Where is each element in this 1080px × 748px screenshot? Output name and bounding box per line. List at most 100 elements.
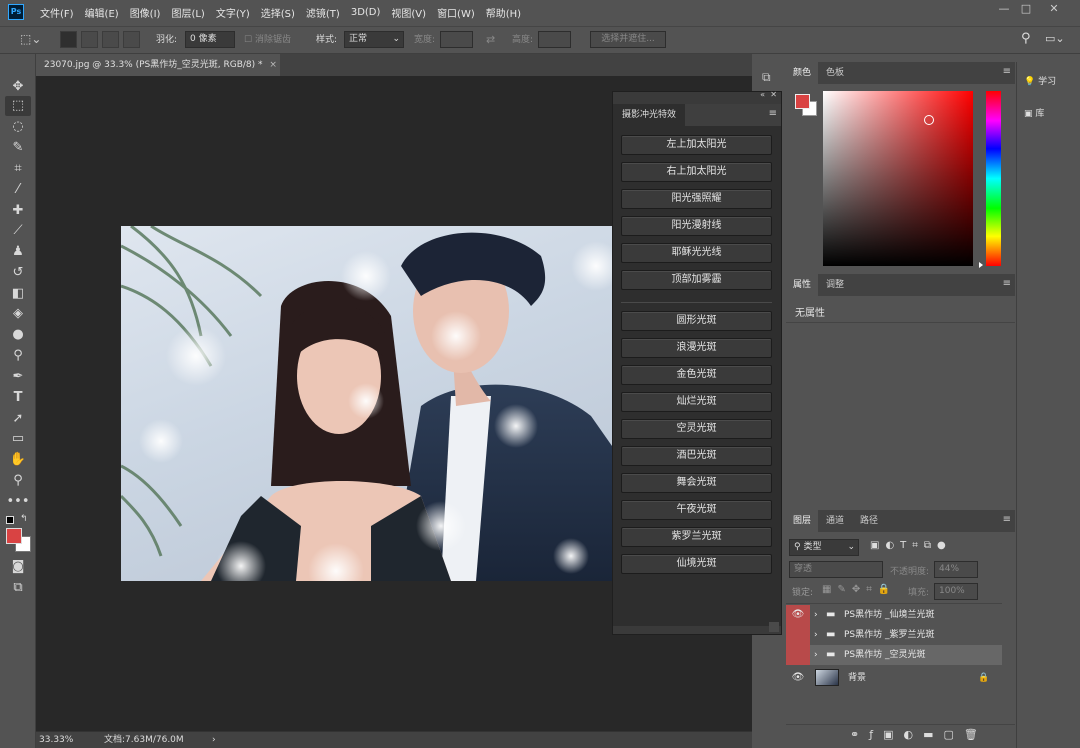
marquee-tool-icon[interactable]: ⬚	[5, 96, 31, 116]
layer-filter-icons[interactable]: ▣◐T⌗⧉●	[870, 540, 952, 551]
status-arrow-icon[interactable]: ›	[212, 732, 216, 748]
lasso-tool-icon[interactable]: ◌	[5, 117, 31, 137]
effect-button[interactable]: 阳光漫射线	[621, 216, 772, 236]
menu-item[interactable]: 滤镜(T)	[306, 5, 340, 20]
bokeh-button[interactable]: 仙境光斑	[621, 554, 772, 574]
tab-adjustments[interactable]: 调整	[818, 274, 852, 296]
menu-item[interactable]: 视图(V)	[391, 5, 426, 20]
menu-item[interactable]: 帮助(H)	[486, 5, 521, 20]
antialias-checkbox[interactable]: ☐ 消除锯齿	[244, 32, 291, 48]
layer-row-selected[interactable]: › ▬ PS黑作坊 _空灵光斑	[786, 645, 1002, 665]
expand-chevron-icon[interactable]: ›	[814, 605, 818, 625]
swap-colors-icon[interactable]: ↰	[20, 514, 28, 524]
panel-foreground-swatch[interactable]	[795, 94, 810, 109]
document-tab[interactable]: 23070.jpg @ 33.3% (PS黑作坊_空灵光斑, RGB/8) * …	[36, 54, 280, 76]
color-picker-marker[interactable]	[924, 115, 934, 125]
bokeh-button[interactable]: 圆形光斑	[621, 311, 772, 331]
effect-button[interactable]: 左上加太阳光	[621, 135, 772, 155]
eyedropper-tool-icon[interactable]: ⁄	[5, 180, 31, 200]
menu-item[interactable]: 图层(L)	[171, 5, 204, 20]
bokeh-button[interactable]: 舞会光斑	[621, 473, 772, 493]
learn-button[interactable]: 💡 学习	[1024, 71, 1056, 93]
more-tools-icon[interactable]: •••	[5, 492, 31, 512]
menu-item[interactable]: 编辑(E)	[85, 5, 119, 20]
intersect-selection-icon[interactable]	[123, 31, 140, 48]
hand-tool-icon[interactable]: ✋	[5, 450, 31, 470]
menu-item[interactable]: 文件(F)	[40, 5, 74, 20]
type-tool-icon[interactable]: T	[5, 388, 31, 408]
bokeh-button[interactable]: 紫罗兰光斑	[621, 527, 772, 547]
effect-button[interactable]: 耶稣光光线	[621, 243, 772, 263]
tab-color[interactable]: 颜色	[786, 62, 818, 84]
quick-select-tool-icon[interactable]: ✎	[5, 138, 31, 158]
quick-mask-icon[interactable]: ◙	[5, 557, 31, 577]
library-button[interactable]: ▣ 库	[1024, 103, 1044, 125]
tab-properties[interactable]: 属性	[786, 274, 818, 296]
paint-bucket-icon[interactable]: ◈	[5, 304, 31, 324]
history-icon[interactable]: ⧉	[762, 70, 771, 85]
layer-filter-select[interactable]: ⚲ 类型 ⌄	[789, 539, 859, 556]
stamp-tool-icon[interactable]: ♟	[5, 242, 31, 262]
style-select[interactable]: 正常 ⌄	[344, 31, 404, 48]
hue-slider[interactable]	[986, 91, 1001, 266]
blend-mode-select[interactable]: 穿透	[789, 561, 883, 578]
layer-row[interactable]: › ▬ PS黑作坊 _紫罗兰光斑	[786, 625, 1002, 645]
screen-mode-icon[interactable]: ⧉	[5, 578, 31, 598]
move-tool-icon[interactable]: ✥	[5, 77, 31, 97]
eye-icon[interactable]: 👁	[786, 667, 810, 689]
bokeh-button[interactable]: 酒巴光斑	[621, 446, 772, 466]
menu-item[interactable]: 选择(S)	[261, 5, 295, 20]
effect-button[interactable]: 阳光强照耀	[621, 189, 772, 209]
feather-input[interactable]: 0 像素	[185, 31, 235, 48]
height-input[interactable]	[538, 31, 571, 48]
eye-icon[interactable]: 👁	[786, 605, 810, 625]
layer-row[interactable]: 👁 背景 🔒	[786, 667, 1002, 689]
swap-icon[interactable]: ⇄	[486, 32, 495, 48]
workspace-icon[interactable]: ▭⌄	[1045, 31, 1065, 47]
history-brush-icon[interactable]: ↺	[5, 263, 31, 283]
new-selection-icon[interactable]	[60, 31, 77, 48]
zoom-level[interactable]: 33.33%	[39, 732, 73, 748]
healing-tool-icon[interactable]: ✚	[5, 201, 31, 221]
tab-paths[interactable]: 路径	[852, 510, 886, 532]
bokeh-button[interactable]: 空灵光斑	[621, 419, 772, 439]
tab-swatches[interactable]: 色板	[818, 62, 852, 84]
hue-marker[interactable]	[979, 262, 983, 268]
dodge-tool-icon[interactable]: ⚲	[5, 346, 31, 366]
close-button[interactable]: ✕	[1044, 2, 1064, 16]
layer-row[interactable]: 👁 › ▬ PS黑作坊 _仙境兰光斑	[786, 605, 1002, 625]
menu-item[interactable]: 3D(D)	[351, 7, 381, 18]
panel-close-icon[interactable]: ✕	[770, 90, 777, 99]
select-and-mask-button[interactable]: 选择并遮住...	[590, 31, 666, 48]
tab-layers[interactable]: 图层	[786, 510, 818, 532]
effect-button[interactable]: 右上加太阳光	[621, 162, 772, 182]
pen-tool-icon[interactable]: ✒	[5, 367, 31, 387]
panel-menu-icon[interactable]: ≡	[1003, 514, 1011, 525]
hidden-eye-cell[interactable]	[786, 625, 810, 645]
subtract-selection-icon[interactable]	[102, 31, 119, 48]
expand-chevron-icon[interactable]: ›	[814, 625, 818, 645]
path-select-icon[interactable]: ➚	[5, 409, 31, 429]
crop-tool-icon[interactable]: ⌗	[5, 159, 31, 179]
bokeh-button[interactable]: 金色光斑	[621, 365, 772, 385]
add-selection-icon[interactable]	[81, 31, 98, 48]
plugin-tab[interactable]: 摄影冲光特效	[613, 104, 685, 126]
panel-menu-icon[interactable]: ≡	[769, 108, 777, 119]
color-field[interactable]	[823, 91, 973, 266]
menu-item[interactable]: 图像(I)	[130, 5, 161, 20]
fill-input[interactable]: 100%	[934, 583, 978, 600]
panel-menu-icon[interactable]: ≡	[1003, 66, 1011, 77]
lock-icons[interactable]: ▦✎✥⌗🔒	[822, 584, 896, 595]
resize-handle[interactable]	[769, 622, 779, 632]
zoom-tool-icon[interactable]: ⚲	[5, 471, 31, 491]
bokeh-button[interactable]: 浪漫光斑	[621, 338, 772, 358]
blur-tool-icon[interactable]: ●	[5, 325, 31, 345]
collapse-icon[interactable]: «	[760, 90, 765, 99]
menu-item[interactable]: 文字(Y)	[216, 5, 250, 20]
maximize-button[interactable]: □	[1016, 2, 1036, 16]
document-image[interactable]	[121, 226, 612, 581]
minimize-button[interactable]: —	[994, 2, 1014, 16]
search-icon[interactable]: ⚲	[1021, 31, 1031, 47]
layers-footer-icons[interactable]: ⚭ƒ▣◐▬▢🗑	[850, 728, 988, 741]
rectangle-tool-icon[interactable]: ▭	[5, 429, 31, 449]
